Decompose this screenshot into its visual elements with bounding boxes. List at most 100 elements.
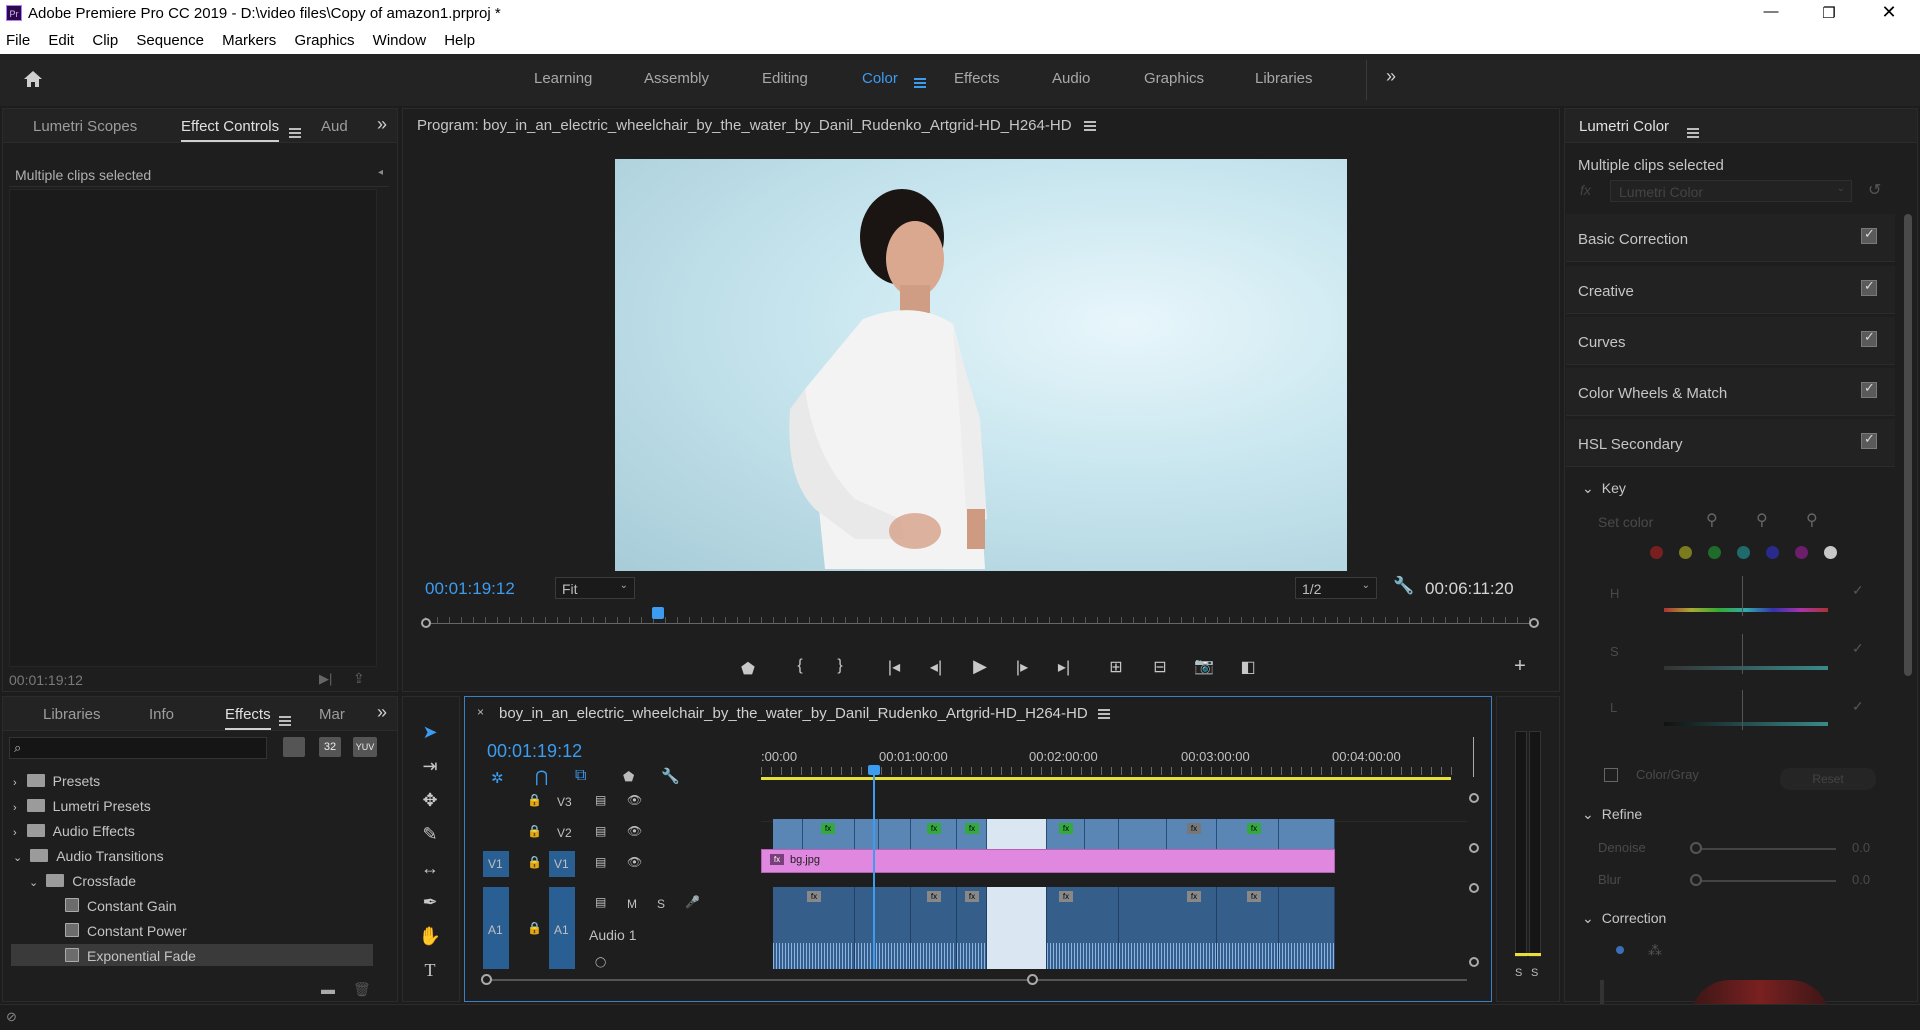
yuv-effects-icon[interactable]: YUV <box>353 737 377 757</box>
razor-tool-icon[interactable]: ✎ <box>416 824 444 845</box>
v2-clip[interactable] <box>1119 819 1167 849</box>
v3-lock-icon[interactable]: 🔒 <box>527 793 542 807</box>
export-icon[interactable]: ⇪ <box>353 670 365 687</box>
wrench-icon[interactable]: 🔧 <box>1393 576 1414 596</box>
go-to-out-icon[interactable]: ▸| <box>1051 657 1077 677</box>
snap-icon[interactable]: ⋂ <box>535 767 548 787</box>
v3-eye-icon[interactable]: 👁 <box>627 793 642 807</box>
section-creative[interactable]: Creative <box>1566 266 1895 314</box>
h-slider-handle[interactable] <box>1742 576 1743 616</box>
time-ruler[interactable]: :00:00 00:01:00:00 00:02:00:00 00:03:00:… <box>761 733 1483 783</box>
s-checkmark-icon[interactable]: ✓ <box>1852 640 1864 657</box>
section-enable-checkbox[interactable] <box>1861 329 1877 347</box>
voiceover-mic-icon[interactable]: 🎤 <box>685 895 700 909</box>
section-basic-correction[interactable]: Basic Correction <box>1566 214 1895 262</box>
section-enable-checkbox[interactable] <box>1861 226 1877 244</box>
accelerated-effects-icon[interactable] <box>283 737 305 757</box>
a1-clip[interactable]: fx <box>1217 887 1279 969</box>
add-marker-icon[interactable]: ⬟ <box>623 769 634 785</box>
refine-subsection[interactable]: ⌄ Refine <box>1582 806 1642 823</box>
color-swatch[interactable] <box>1650 546 1663 559</box>
insert-icon[interactable]: ⊞ <box>1103 657 1129 677</box>
type-tool-icon[interactable]: T <box>416 960 444 981</box>
v2-clip[interactable] <box>1279 819 1335 849</box>
export-frame-icon[interactable]: 📷 <box>1191 656 1217 676</box>
denoise-value[interactable]: 0.0 <box>1852 840 1870 855</box>
horizontal-scrollbar[interactable] <box>487 979 1467 981</box>
workspace-editing[interactable]: Editing <box>762 70 808 87</box>
menu-sequence[interactable]: Sequence <box>136 32 204 49</box>
selection-tool-icon[interactable]: ➤ <box>416 722 444 743</box>
timeline-settings-icon[interactable]: 🔧 <box>661 767 680 785</box>
restore-button[interactable]: ❐ <box>1816 4 1842 22</box>
v1-eye-icon[interactable]: 👁 <box>627 855 642 869</box>
a1-lock-icon[interactable]: 🔒 <box>527 921 542 935</box>
single-wheel-icon[interactable] <box>1616 946 1624 954</box>
scrub-start-handle[interactable] <box>421 618 431 628</box>
workspace-effects[interactable]: Effects <box>954 70 1000 87</box>
step-back-icon[interactable]: ◂| <box>923 657 949 677</box>
v2-clip[interactable] <box>1085 819 1119 849</box>
more-workspaces-icon[interactable]: » <box>1386 66 1396 87</box>
solo-right-button[interactable]: S <box>1531 967 1538 979</box>
color-swatch[interactable] <box>1824 546 1837 559</box>
status-icon[interactable]: ⊘ <box>6 1009 17 1025</box>
v2-clip[interactable]: fx <box>1217 819 1279 849</box>
tree-item-crossfade[interactable]: ⌄ Crossfade <box>29 873 136 889</box>
slip-tool-icon[interactable]: ↔ <box>416 858 444 879</box>
menu-markers[interactable]: Markers <box>222 32 276 49</box>
workspace-assembly[interactable]: Assembly <box>644 70 709 87</box>
more-tabs-icon[interactable]: » <box>377 702 387 723</box>
close-window-button[interactable]: ✕ <box>1876 2 1902 23</box>
workspace-color[interactable]: Color <box>862 70 898 87</box>
v2-clip[interactable] <box>987 819 1047 849</box>
home-icon[interactable] <box>22 68 44 90</box>
v3-label[interactable]: V3 <box>557 795 572 809</box>
v2-label[interactable]: V2 <box>557 826 572 840</box>
play-icon[interactable]: ▶ <box>967 656 993 677</box>
filter-icon[interactable]: ▶| <box>319 671 332 687</box>
mark-in-icon[interactable]: { <box>787 657 813 675</box>
reset-button[interactable]: Reset <box>1780 768 1876 790</box>
tree-item-constant-power[interactable]: Constant Power <box>65 923 187 939</box>
tree-item-constant-gain[interactable]: Constant Gain <box>65 898 177 914</box>
tab-markers[interactable]: Mar <box>319 706 345 723</box>
a1-clip[interactable]: fx <box>1119 887 1217 969</box>
pen-tool-icon[interactable]: ✒ <box>416 892 444 913</box>
tab-effect-controls[interactable]: Effect Controls <box>181 118 280 142</box>
resolution-dropdown[interactable]: 1/2 ⌄ <box>1295 577 1377 599</box>
v2-clip[interactable]: fx <box>1047 819 1085 849</box>
section-enable-checkbox[interactable] <box>1861 278 1877 296</box>
v2-lock-icon[interactable]: 🔒 <box>527 824 542 838</box>
track-select-tool-icon[interactable]: ⇥ <box>416 756 444 777</box>
blur-slider[interactable] <box>1696 880 1836 882</box>
eyedropper-subtract-icon[interactable]: ⚲ <box>1806 510 1818 530</box>
color-swatch[interactable] <box>1679 546 1692 559</box>
workspace-menu-icon[interactable] <box>908 74 926 91</box>
vertical-scroll-handle[interactable] <box>1469 883 1479 893</box>
v2-clip[interactable] <box>855 819 879 849</box>
vertical-scroll-handle[interactable] <box>1469 843 1479 853</box>
section-color-wheels[interactable]: Color Wheels & Match <box>1566 368 1895 416</box>
menu-clip[interactable]: Clip <box>92 32 118 49</box>
hand-tool-icon[interactable]: ✋ <box>416 926 444 947</box>
more-tabs-icon[interactable]: » <box>377 114 387 135</box>
reset-effect-icon[interactable]: ↺ <box>1868 180 1881 200</box>
fit-dropdown[interactable]: Fit ⌄ <box>555 577 635 599</box>
program-scrub-bar[interactable] <box>421 607 1539 631</box>
a1-sync-icon[interactable]: ▤ <box>595 895 606 909</box>
close-sequence-icon[interactable]: × <box>477 705 484 719</box>
workspace-graphics[interactable]: Graphics <box>1144 70 1204 87</box>
menu-edit[interactable]: Edit <box>48 32 74 49</box>
mute-button[interactable]: M <box>627 897 637 911</box>
collapse-icon[interactable]: ◂ <box>378 167 383 178</box>
v2-eye-icon[interactable]: 👁 <box>627 824 642 838</box>
solo-button[interactable]: S <box>657 897 665 911</box>
v2-sync-icon[interactable]: ▤ <box>595 824 606 838</box>
eyedropper-icon[interactable]: ⚲ <box>1706 510 1718 530</box>
overwrite-icon[interactable]: ⊟ <box>1147 657 1173 677</box>
delete-icon[interactable]: 🗑 <box>353 981 371 998</box>
horizontal-scroll-start[interactable] <box>481 974 492 985</box>
h-slider[interactable] <box>1664 608 1828 612</box>
step-forward-icon[interactable]: |▸ <box>1009 657 1035 677</box>
